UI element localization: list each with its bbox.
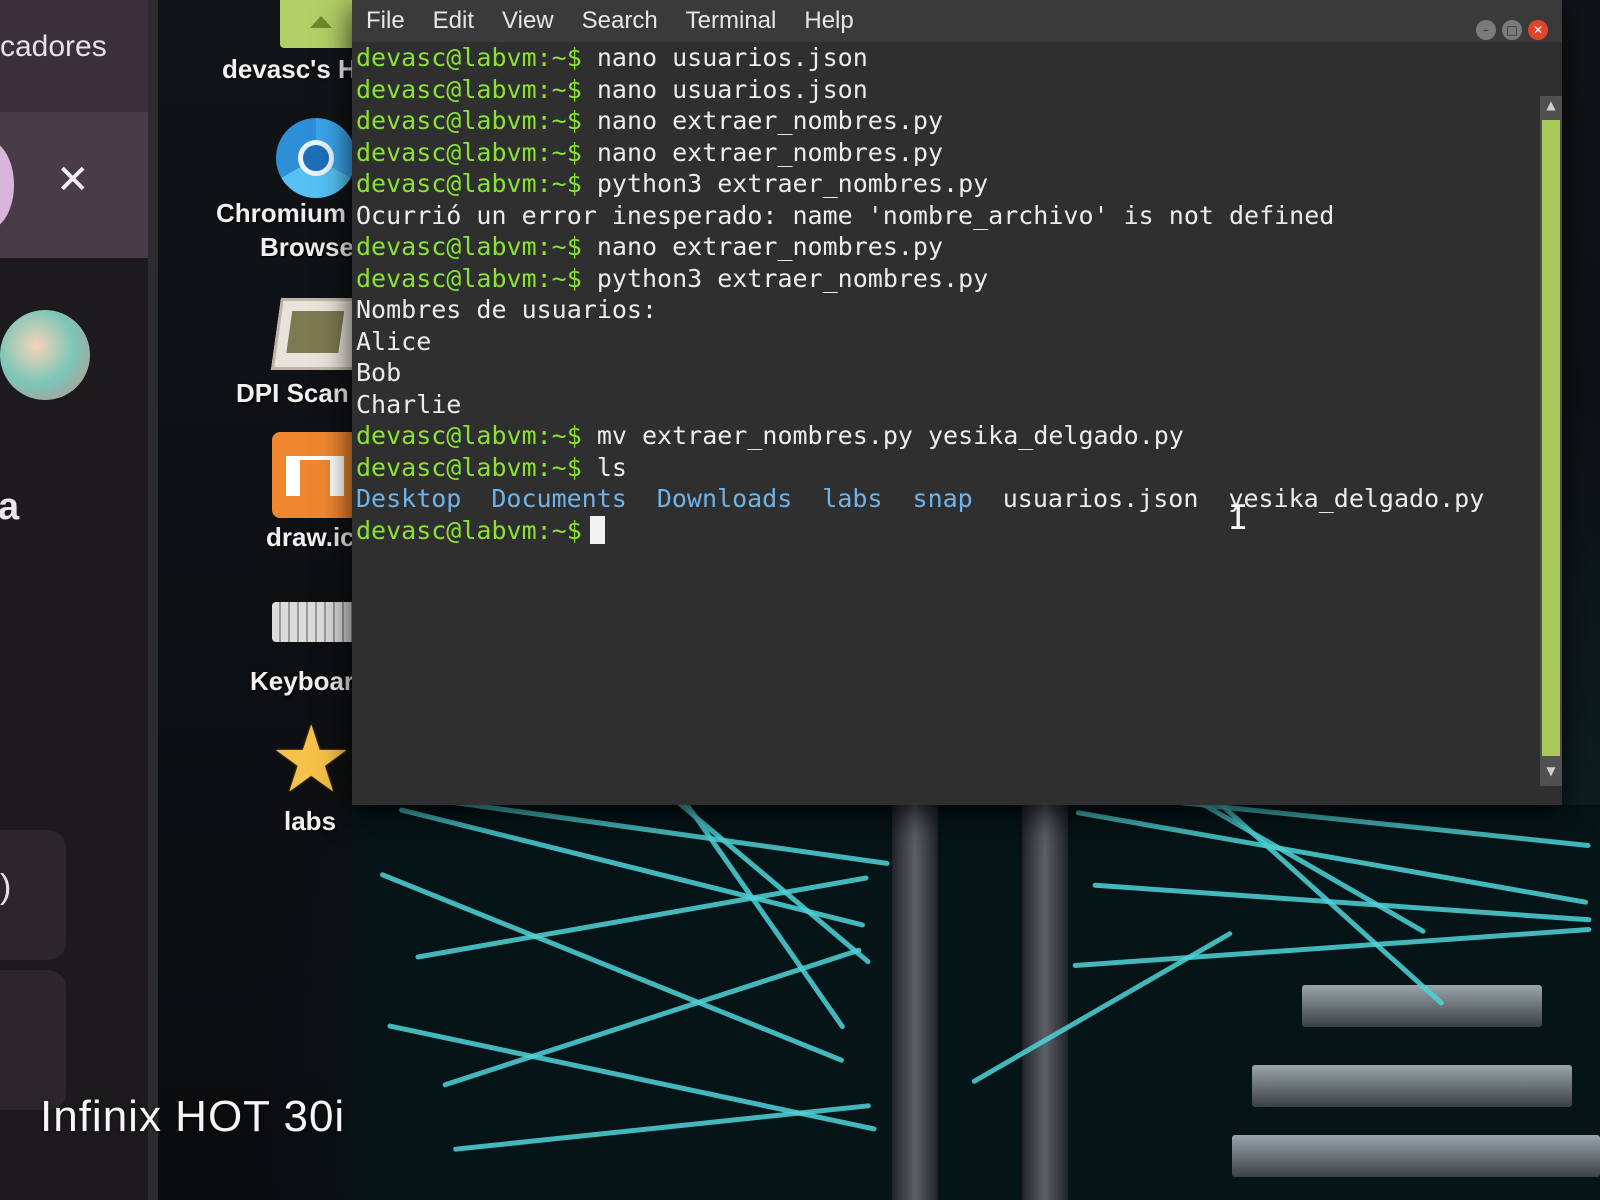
- rack-unit: [1252, 1065, 1572, 1107]
- bookmark-label[interactable]: cadores: [0, 30, 107, 64]
- command-line: devasc@labvm:~$ nano extraer_nombres.py: [356, 105, 1536, 137]
- output-line: Alice: [356, 326, 1536, 358]
- output-text: Alice: [356, 326, 432, 356]
- rack-unit: [1232, 1135, 1600, 1177]
- output-line: Nombres de usuarios:: [356, 294, 1536, 326]
- output-line: Bob: [356, 357, 1536, 389]
- ls-directory-entry: Downloads: [656, 484, 793, 513]
- command-text: python3 extraer_nombres.py: [596, 169, 989, 198]
- shell-prompt: devasc@labvm:~$: [356, 137, 582, 167]
- shell-prompt: devasc@labvm:~$: [356, 232, 582, 261]
- terminal-output[interactable]: devasc@labvm:~$ nano usuarios.json devasc…: [356, 42, 1536, 802]
- output-text: Bob: [356, 358, 402, 387]
- command-text: ls: [596, 452, 627, 482]
- command-text: mv extraer_nombres.py yesika_delgado.py: [596, 421, 1184, 450]
- ls-directory-entry: Desktop: [356, 484, 462, 513]
- side-card-glyph: ): [0, 868, 12, 906]
- partial-heading: a: [0, 486, 20, 528]
- cable: [1053, 805, 1591, 849]
- camera-watermark: Infinix HOT 30i: [40, 1092, 346, 1141]
- left-app-panel: cadores ✕ a ): [0, 0, 150, 1200]
- desktop-item-label: Chromium: [216, 198, 346, 228]
- star-icon[interactable]: ★: [270, 714, 352, 806]
- desktop-icons: devasc's H Chromium Browse DPI Scan draw…: [210, 0, 366, 1200]
- rack-post: [892, 805, 938, 1200]
- scroll-up-icon[interactable]: ▲: [1543, 98, 1559, 114]
- desktop-screen: cadores ✕ a ) devasc's H Chromium Browse…: [0, 0, 1600, 1200]
- menu-file[interactable]: File: [366, 7, 405, 35]
- ls-file-entry: usuarios.json: [1002, 484, 1199, 513]
- output-line: Charlie: [356, 389, 1536, 421]
- scroll-down-icon[interactable]: ▼: [1543, 764, 1559, 780]
- command-line: devasc@labvm:~$ python3 extraer_nombres.…: [356, 263, 1536, 295]
- active-prompt-line[interactable]: devasc@labvm:~$: [356, 515, 1536, 547]
- command-line: devasc@labvm:~$ ls: [356, 452, 1536, 484]
- output-text: Nombres de usuarios:: [356, 295, 658, 324]
- command-text: nano extraer_nombres.py: [596, 232, 944, 261]
- window-controls: – □ ✕: [1476, 20, 1548, 40]
- menu-terminal[interactable]: Terminal: [686, 7, 777, 35]
- dpi-scan-icon[interactable]: [270, 298, 366, 370]
- shell-prompt: devasc@labvm:~$: [356, 452, 582, 482]
- shell-prompt: devasc@labvm:~$: [356, 421, 582, 450]
- terminal-menubar: File Edit View Search Terminal Help – □ …: [352, 0, 1562, 42]
- ls-directory-entry: Documents: [491, 484, 627, 513]
- menu-help[interactable]: Help: [804, 7, 853, 35]
- maximize-icon[interactable]: □: [1502, 20, 1522, 40]
- desktop-item-label: devasc's H: [222, 54, 357, 84]
- command-text: nano extraer_nombres.py: [596, 106, 944, 135]
- cable: [374, 805, 890, 867]
- minimize-icon[interactable]: –: [1476, 20, 1496, 40]
- output-line: Ocurrió un error inesperado: name 'nombr…: [356, 200, 1536, 232]
- shell-prompt: devasc@labvm:~$: [356, 263, 582, 293]
- cable: [1072, 926, 1592, 969]
- ls-file-entry: yesika_delgado.py: [1228, 484, 1485, 513]
- command-text: nano usuarios.json: [596, 43, 868, 72]
- close-icon[interactable]: ✕: [1528, 20, 1548, 40]
- output-text: Charlie: [356, 389, 462, 419]
- home-folder-icon[interactable]: [280, 0, 362, 48]
- keyboard-icon[interactable]: [272, 602, 362, 642]
- ls-output-line: Desktop Documents Downloads labs snap usuario…: [356, 483, 1536, 515]
- command-line: devasc@labvm:~$ mv extraer_nombres.py ye…: [356, 420, 1536, 452]
- command-text: python3 extraer_nombres.py: [596, 263, 989, 293]
- command-text: nano usuarios.json: [596, 74, 868, 104]
- cable: [452, 1103, 872, 1152]
- text-cursor-icon: I: [1228, 498, 1249, 538]
- output-text: Ocurrió un error inesperado: name 'nombr…: [356, 200, 1335, 230]
- command-line: devasc@labvm:~$ nano extraer_nombres.py: [356, 231, 1536, 263]
- close-icon[interactable]: ✕: [56, 160, 90, 200]
- command-text: nano extraer_nombres.py: [596, 137, 944, 167]
- scrollbar-thumb[interactable]: [1542, 120, 1560, 756]
- wallpaper: [352, 805, 1600, 1200]
- command-line: devasc@labvm:~$ nano usuarios.json: [356, 42, 1536, 74]
- side-card[interactable]: [0, 970, 66, 1110]
- ls-directory-entry: snap: [912, 484, 973, 513]
- block-cursor: [589, 515, 605, 544]
- shell-prompt: devasc@labvm:~$: [356, 106, 582, 135]
- shell-prompt: devasc@labvm:~$: [356, 74, 582, 104]
- monitor-bezel: [148, 0, 158, 1200]
- drawio-icon[interactable]: [272, 432, 358, 518]
- cable: [970, 930, 1234, 1085]
- avatar[interactable]: [0, 310, 90, 400]
- menu-edit[interactable]: Edit: [433, 7, 474, 35]
- ls-directory-entry: labs: [822, 484, 883, 513]
- shell-prompt: devasc@labvm:~$: [356, 169, 582, 198]
- shell-prompt: devasc@labvm:~$: [356, 515, 582, 545]
- command-line: devasc@labvm:~$ nano extraer_nombres.py: [356, 137, 1536, 169]
- rack-unit: [1302, 985, 1542, 1027]
- shell-prompt: devasc@labvm:~$: [356, 43, 582, 72]
- rack-post: [1022, 805, 1068, 1200]
- command-line: devasc@labvm:~$ python3 extraer_nombres.…: [356, 168, 1536, 200]
- chromium-icon[interactable]: [276, 118, 356, 198]
- menu-search[interactable]: Search: [582, 7, 658, 35]
- menu-view[interactable]: View: [502, 7, 554, 35]
- terminal-window[interactable]: File Edit View Search Terminal Help – □ …: [352, 0, 1562, 805]
- command-line: devasc@labvm:~$ nano usuarios.json: [356, 74, 1536, 106]
